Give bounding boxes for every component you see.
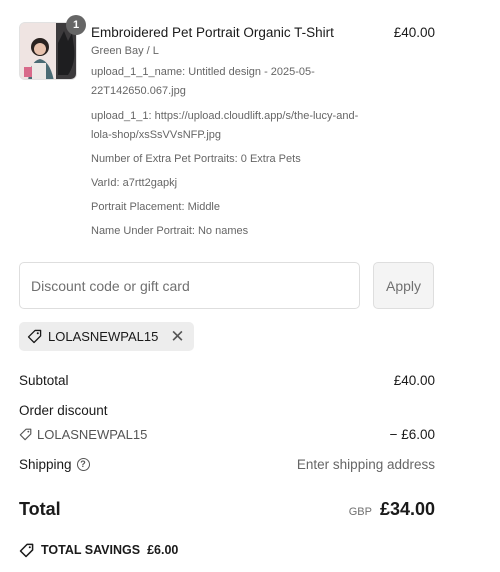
total-amount-wrap: GBP £34.00	[349, 499, 435, 520]
shipping-value: Enter shipping address	[296, 456, 435, 472]
shipping-label: Shipping	[19, 456, 72, 472]
total-amount: £34.00	[379, 498, 435, 519]
property-line: VarId: a7rtt2gapkj	[91, 177, 178, 189]
help-icon[interactable]: ?	[76, 457, 90, 471]
discount-code-input[interactable]	[19, 262, 360, 309]
property-line: Name Under Portrait: No names	[91, 225, 249, 237]
variant-line: Green Bay / L	[91, 45, 159, 57]
tag-icon	[19, 543, 34, 557]
shipping-label-wrap: Shipping ?	[19, 457, 90, 472]
subtotal-value: £40.00	[393, 372, 435, 388]
product-price: £40.00	[393, 25, 435, 40]
discount-code-line: LOLASNEWPAL15	[19, 427, 147, 442]
property-line: upload_1_1_name: Untitled design - 2025-…	[91, 66, 315, 78]
discount-value: − £6.00	[389, 426, 435, 442]
discount-code-text: LOLASNEWPAL15	[37, 426, 148, 442]
discount-form: Apply	[19, 262, 435, 309]
currency-code: GBP	[348, 505, 372, 518]
total-savings-row: TOTAL SAVINGS £6.00	[19, 540, 435, 560]
subtotal-label: Subtotal	[19, 372, 69, 388]
remove-discount-icon[interactable]: ✕	[170, 328, 184, 345]
order-discount-row: Order discount	[19, 400, 435, 420]
total-label: Total	[19, 498, 61, 519]
total-row: Total GBP £34.00	[19, 496, 435, 522]
product-details: Embroidered Pet Portrait Organic T-Shirt…	[91, 24, 381, 241]
discount-code-row: LOLASNEWPAL15 − £6.00	[19, 424, 435, 444]
property-line: lola-shop/xsSsVVsNFP.jpg	[91, 129, 222, 141]
product-title: Embroidered Pet Portrait Organic T-Shirt	[91, 25, 334, 40]
apply-discount-button[interactable]: Apply	[373, 262, 434, 309]
tag-icon	[19, 428, 32, 440]
tag-icon	[27, 329, 42, 344]
property-line: upload_1_1: https://upload.cloudlift.app…	[91, 110, 359, 122]
quantity-badge: 1	[66, 15, 86, 35]
total-savings-value: £6.00	[147, 543, 179, 557]
total-savings-label: TOTAL SAVINGS	[41, 543, 141, 557]
applied-discount-code: LOLASNEWPAL15	[48, 329, 159, 344]
order-discount-label: Order discount	[19, 402, 108, 418]
total-savings: TOTAL SAVINGS £6.00	[19, 543, 178, 558]
product-thumbnail-wrap: 1	[19, 15, 86, 80]
subtotal-row: Subtotal £40.00	[19, 370, 435, 390]
property-line: Number of Extra Pet Portraits: 0 Extra P…	[91, 153, 301, 165]
shipping-row: Shipping ? Enter shipping address	[19, 454, 435, 474]
applied-discount-chip: LOLASNEWPAL15 ✕	[19, 322, 194, 351]
property-line: Portrait Placement: Middle	[91, 201, 220, 213]
property-line: 22T142650.067.jpg	[91, 85, 186, 97]
